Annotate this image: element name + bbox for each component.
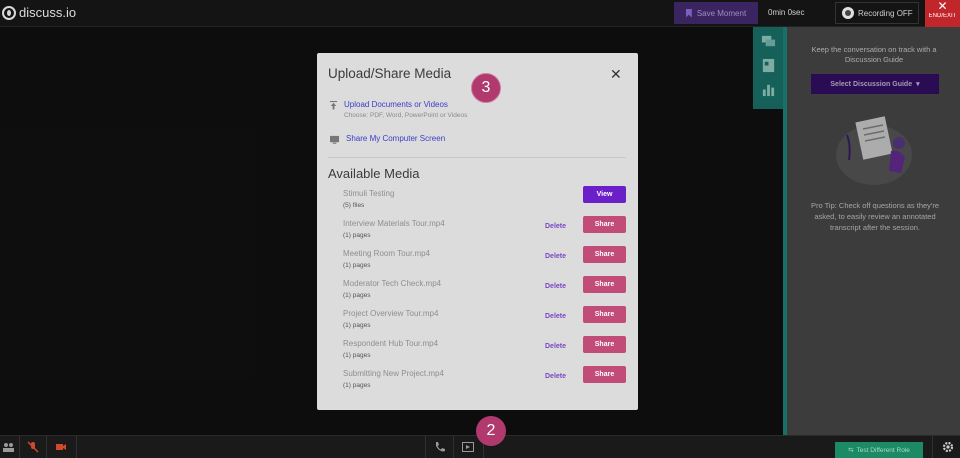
role-icon: ⇆ [848,447,854,454]
save-moment-button[interactable]: Save Moment [674,2,758,24]
gear-icon[interactable] [942,441,954,453]
app-logo: discuss.io [2,5,76,20]
upload-share-media-modal: Upload/Share Media ✕ Upload Documents or… [317,53,638,410]
test-different-role-label: Test Different Role [856,446,910,454]
discussion-guide-illustration [836,116,912,185]
share-media-icon[interactable] [462,441,474,453]
share-button[interactable]: Share [583,246,626,263]
recording-label: Recording OFF [858,8,913,18]
delete-link[interactable]: Delete [545,343,566,350]
discussion-guide-panel: Keep the conversation on track with a Di… [787,27,960,435]
end-exit-label: END/EXIT [928,13,957,19]
delete-link[interactable]: Delete [545,283,566,290]
chat-icon[interactable] [761,34,776,49]
share-screen-option[interactable]: Share My Computer Screen [329,134,445,144]
pro-tip-text: Pro Tip: Check off questions as they're … [810,201,940,232]
guide-icon[interactable] [761,58,776,73]
media-item-name: Submitting New Project.mp4 [343,369,444,378]
select-guide-label: Select Discussion Guide [830,80,913,88]
mic-muted-icon[interactable] [27,441,39,453]
media-item-name: Meeting Room Tour.mp4 [343,249,431,258]
media-item-meta: (1) pages [343,322,371,329]
side-tab-strip [753,27,783,109]
recording-toggle[interactable]: Recording OFF [835,2,919,24]
delete-link[interactable]: Delete [545,373,566,380]
save-moment-label: Save Moment [696,8,747,18]
bookmark-icon [685,8,692,18]
media-item-meta: (1) pages [343,232,371,239]
test-different-role-button[interactable]: ⇆ Test Different Role [835,442,923,458]
media-item: Project Overview Tour.mp4 (1) pages Dele… [343,306,627,333]
upload-formats-hint: Choose: PDF, Word, PowerPoint or Videos [344,112,468,119]
chevron-down-icon: ▾ [916,81,920,88]
discuss-logo-icon [2,5,16,20]
media-item-meta: (1) pages [343,262,371,269]
participants-icon[interactable] [2,441,14,453]
media-item-meta: (1) pages [343,382,371,389]
upload-documents-link[interactable]: Upload Documents or Videos [344,100,467,109]
media-item: Interview Materials Tour.mp4 (1) pages D… [343,216,627,243]
available-media-heading: Available Media [328,166,420,181]
screen-share-icon [330,135,339,144]
logo-text: discuss.io [19,5,77,20]
delete-link[interactable]: Delete [545,223,566,230]
share-button[interactable]: Share [583,306,626,323]
top-bar: discuss.io Save Moment 0min 0sec Recordi… [0,0,960,27]
media-item: Respondent Hub Tour.mp4 (1) pages Delete… [343,336,627,363]
share-screen-link[interactable]: Share My Computer Screen [346,134,445,143]
close-icon: ✕ [937,0,948,13]
chart-icon[interactable] [761,82,776,97]
record-icon [842,7,854,19]
step-badge-2: 2 [476,416,506,446]
media-item-name: Project Overview Tour.mp4 [343,309,439,318]
select-discussion-guide-button[interactable]: Select Discussion Guide ▾ [811,74,939,94]
share-button[interactable]: Share [583,366,626,383]
media-item-name: Interview Materials Tour.mp4 [343,219,445,228]
step-badge-3: 3 [471,73,501,103]
media-item-name: Respondent Hub Tour.mp4 [343,339,439,348]
upload-documents-option[interactable]: Upload Documents or Videos Choose: PDF, … [329,100,467,119]
view-button[interactable]: View [583,186,626,203]
media-item: Moderator Tech Check.mp4 (1) pages Delet… [343,276,627,303]
media-item-meta: (5) files [343,202,365,209]
media-item-meta: (1) pages [343,292,371,299]
delete-link[interactable]: Delete [545,253,566,260]
end-exit-button[interactable]: ✕ END/EXIT [925,0,960,27]
session-timer: 0min 0sec [768,8,805,17]
share-button[interactable]: Share [583,276,626,293]
close-icon[interactable]: ✕ [610,66,622,83]
upload-icon [329,101,338,110]
media-item-meta: (1) pages [343,352,371,359]
camera-off-icon[interactable] [55,441,67,453]
share-button[interactable]: Share [583,336,626,353]
delete-link[interactable]: Delete [545,313,566,320]
panel-title: Keep the conversation on track with a Di… [811,45,937,64]
modal-title: Upload/Share Media [328,66,452,81]
media-item-name: Moderator Tech Check.mp4 [343,279,442,288]
media-item: Stimuli Testing (5) files View [343,186,627,213]
phone-icon[interactable] [434,441,446,453]
media-item: Meeting Room Tour.mp4 (1) pages Delete S… [343,246,627,273]
modal-divider [328,157,626,158]
media-item-name: Stimuli Testing [343,189,395,198]
share-button[interactable]: Share [583,216,626,233]
media-item: Submitting New Project.mp4 (1) pages Del… [343,366,627,393]
